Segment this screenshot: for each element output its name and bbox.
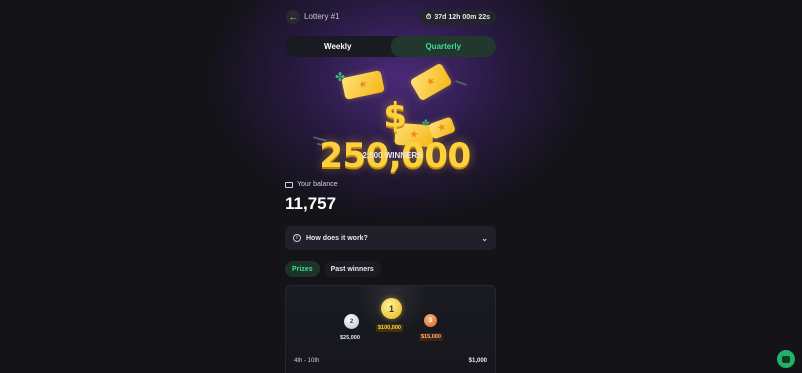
- how-it-works-accordion[interactable]: i How does it work? ⌄: [285, 226, 496, 250]
- gold-medal-icon: 1: [381, 298, 402, 319]
- second-prize-amount: $25,000: [340, 335, 360, 341]
- balance-label: Your balance: [285, 181, 338, 188]
- prize-rank-row: 4th - 10th $1,000: [294, 358, 487, 364]
- wallet-icon: [285, 181, 293, 188]
- third-prize-amount: $15,000: [419, 333, 443, 341]
- lottery-column: ← Lottery #1 ⏱ 37d 12h 00m 22s Weekly Qu…: [285, 0, 496, 373]
- tab-weekly[interactable]: Weekly: [285, 36, 391, 57]
- chat-button[interactable]: [777, 350, 795, 368]
- tab-past-winners[interactable]: Past winners: [323, 261, 381, 277]
- back-button[interactable]: ←: [286, 10, 300, 24]
- bronze-medal-icon: 3: [424, 314, 437, 327]
- silver-medal-icon: 2: [344, 314, 359, 329]
- tab-prizes[interactable]: Prizes: [285, 261, 320, 277]
- balance-label-text: Your balance: [297, 181, 338, 188]
- prize-podium-panel: 1 2 3 $100,000 $25,000 $15,000 4th - 10t…: [285, 285, 496, 373]
- header: ← Lottery #1 ⏱ 37d 12h 00m 22s: [285, 9, 496, 27]
- chat-icon: [782, 355, 790, 363]
- countdown-text: 37d 12h 00m 22s: [434, 14, 490, 21]
- page-title: Lottery #1: [304, 12, 340, 21]
- arrow-left-icon: ←: [288, 12, 298, 22]
- rank-range-amount: $1,000: [468, 358, 487, 364]
- info-icon: i: [293, 234, 301, 242]
- period-tabs: Weekly Quarterly: [285, 36, 496, 57]
- prize-amount: $ 250,000: [319, 96, 471, 176]
- stopwatch-icon: ⏱: [425, 13, 432, 21]
- countdown-timer: ⏱ 37d 12h 00m 22s: [419, 10, 496, 25]
- prize-tabs: Prizes Past winners: [285, 261, 381, 277]
- first-prize-amount: $100,000: [376, 324, 403, 332]
- winners-count: 2,500 WINNERS: [362, 151, 423, 160]
- prize-hero: ★ ★ ★ ★ ✤ ✤ $ 250,000 2,500 WINNERS: [305, 62, 480, 176]
- decor-dash: [455, 80, 467, 86]
- clover-icon: ✤: [335, 70, 346, 84]
- chevron-down-icon: ⌄: [481, 233, 488, 243]
- tab-quarterly[interactable]: Quarterly: [390, 36, 496, 57]
- how-it-works-label: How does it work?: [306, 234, 368, 242]
- rank-range-label: 4th - 10th: [294, 358, 320, 364]
- balance-value: 11,757: [285, 194, 337, 213]
